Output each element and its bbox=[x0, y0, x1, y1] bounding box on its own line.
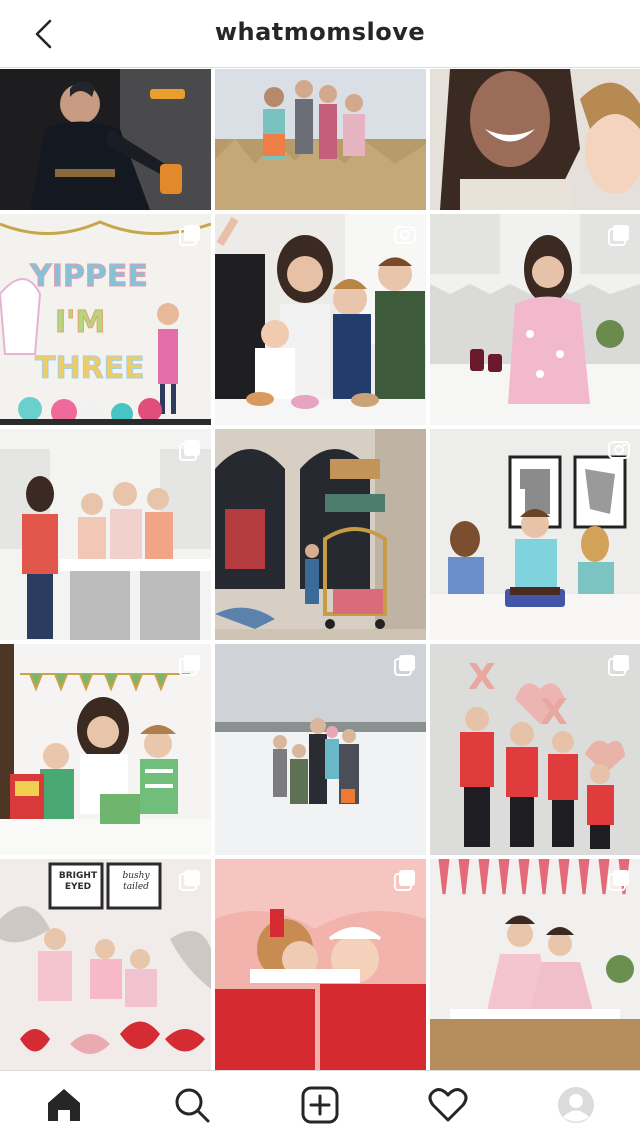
svg-text:X: X bbox=[540, 692, 568, 733]
svg-text:X: X bbox=[468, 657, 496, 698]
post-tile-9[interactable] bbox=[430, 429, 640, 640]
svg-text:I'M: I'M bbox=[55, 305, 105, 340]
svg-text:YIPPEE: YIPPEE bbox=[29, 259, 148, 294]
nav-profile[interactable] bbox=[544, 1077, 608, 1133]
post-tile-4[interactable]: YIPPEE I'M THREE bbox=[0, 214, 211, 425]
post-tile-3[interactable] bbox=[430, 69, 640, 210]
post-image-2 bbox=[215, 69, 426, 210]
post-tile-10[interactable] bbox=[0, 644, 211, 855]
heart-icon bbox=[428, 1087, 468, 1121]
multiple-photos-icon bbox=[608, 225, 629, 246]
sign-bright-eyed: BRIGHT EYED bbox=[58, 871, 98, 892]
multiple-photos-icon bbox=[179, 870, 200, 891]
post-tile-7[interactable] bbox=[0, 429, 211, 640]
post-tile-2[interactable] bbox=[215, 69, 426, 210]
multiple-photos-icon bbox=[394, 655, 415, 676]
home-icon bbox=[48, 1088, 80, 1121]
post-image-3 bbox=[430, 69, 640, 210]
bottom-nav bbox=[0, 1070, 640, 1138]
search-icon bbox=[175, 1088, 210, 1122]
nav-activity[interactable] bbox=[416, 1077, 480, 1133]
sign-bushy-tailed: bushy tailed bbox=[122, 871, 150, 892]
nav-new-post[interactable] bbox=[288, 1077, 352, 1133]
post-tile-6[interactable] bbox=[430, 214, 640, 425]
post-tile-1[interactable] bbox=[0, 69, 211, 210]
post-image-8 bbox=[215, 429, 426, 640]
post-grid: YIPPEE I'M THREE X X BRIGHT EYED bushy t… bbox=[0, 69, 640, 1070]
post-tile-15[interactable] bbox=[430, 859, 640, 1070]
post-tile-8[interactable] bbox=[215, 429, 426, 640]
video-icon bbox=[394, 226, 416, 244]
multiple-photos-icon bbox=[608, 870, 629, 891]
post-tile-11[interactable] bbox=[215, 644, 426, 855]
nav-home[interactable] bbox=[32, 1077, 96, 1133]
top-bar: whatmomslove bbox=[0, 0, 640, 68]
multiple-photos-icon bbox=[179, 225, 200, 246]
post-tile-14[interactable] bbox=[215, 859, 426, 1070]
post-tile-13[interactable]: BRIGHT EYED bushy tailed bbox=[0, 859, 211, 1070]
multiple-photos-icon bbox=[179, 655, 200, 676]
profile-username: whatmomslove bbox=[214, 18, 426, 46]
post-tile-5[interactable] bbox=[215, 214, 426, 425]
nav-search[interactable] bbox=[160, 1077, 224, 1133]
add-post-icon bbox=[301, 1086, 339, 1123]
post-tile-12[interactable]: X X bbox=[430, 644, 640, 855]
multiple-photos-icon bbox=[608, 655, 629, 676]
svg-text:THREE: THREE bbox=[35, 351, 145, 386]
multiple-photos-icon bbox=[179, 440, 200, 461]
multiple-photos-icon bbox=[394, 870, 415, 891]
video-icon bbox=[608, 441, 630, 459]
post-image-1 bbox=[0, 69, 211, 210]
profile-avatar-icon bbox=[558, 1086, 594, 1123]
